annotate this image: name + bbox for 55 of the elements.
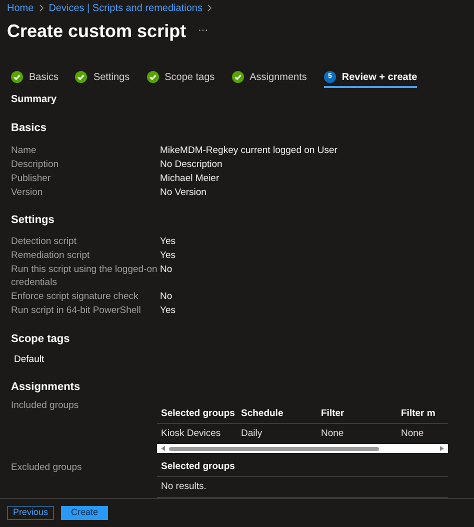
field-label: Run script in 64-bit PowerShell — [11, 304, 142, 317]
field-label: Name — [11, 144, 38, 156]
section-heading: Assignments — [11, 380, 82, 395]
field-label: Publisher — [11, 172, 52, 184]
wizard-tab[interactable]: Assignments — [232, 68, 307, 88]
chevron-right-icon — [207, 4, 212, 12]
horizontal-scrollbar[interactable] — [157, 444, 448, 454]
field-label: Excluded groups — [11, 461, 83, 476]
field-label: Enforce script signature check — [11, 290, 140, 303]
check-icon — [146, 71, 159, 83]
wizard-tab[interactable]: Scope tags — [146, 68, 215, 88]
breadcrumb-link[interactable]: Devices | Scripts and remediations — [48, 0, 202, 16]
column-header: Schedule — [241, 406, 284, 421]
section-heading: Settings — [11, 212, 56, 228]
check-icon — [75, 71, 88, 83]
previous-button[interactable]: Previous — [7, 506, 54, 520]
wizard-tab[interactable]: Settings — [75, 68, 130, 88]
field-label: Detection script — [11, 235, 78, 248]
column-header: Filter m — [401, 406, 436, 421]
section-heading: Scope tags — [11, 332, 71, 347]
chevron-right-icon — [38, 4, 44, 12]
check-icon — [232, 71, 244, 83]
field-value: No Description — [160, 158, 222, 170]
table-cell: None — [401, 427, 424, 442]
table-cell-text: Kiosk Devices — [161, 427, 222, 442]
field-value: No — [160, 263, 172, 277]
more-button[interactable]: ··· — [198, 26, 208, 36]
field-value: Yes — [160, 304, 176, 317]
field-label: Run this script using the logged-on credentials — [11, 263, 158, 289]
column-header: Selected groups — [161, 460, 235, 474]
field-value: Yes — [160, 235, 176, 248]
table-cell-text: None — [321, 427, 345, 442]
field-value: MikeMDM-Regkey current logged on User — [160, 144, 338, 156]
field-label: Included groups — [11, 399, 80, 414]
field-label: Description — [11, 158, 60, 170]
column-header: Selected groups — [161, 406, 236, 421]
field-label: Version — [11, 186, 44, 198]
create-button[interactable]: Create — [61, 506, 108, 520]
field-value: Michael Meier — [160, 172, 220, 184]
scroll-left-icon[interactable] — [161, 446, 165, 452]
field-value: No — [160, 290, 172, 303]
field-value: No Version — [160, 186, 206, 198]
scroll-right-icon[interactable] — [440, 446, 444, 452]
check-icon — [11, 71, 23, 83]
field-value: Yes — [160, 249, 176, 262]
scope-tag: Default — [14, 352, 467, 367]
empty-message: No results. — [161, 480, 206, 494]
page-title: Create custom script — [7, 20, 186, 43]
breadcrumb-link[interactable]: Home — [7, 0, 34, 16]
table-cell-text: Daily — [241, 427, 264, 442]
field-label: Remediation script — [11, 249, 91, 262]
section-heading: Basics — [11, 121, 48, 136]
section-heading: Summary — [11, 93, 58, 107]
column-header: Filter — [321, 406, 346, 421]
wizard-tab[interactable]: Basics — [11, 68, 58, 88]
